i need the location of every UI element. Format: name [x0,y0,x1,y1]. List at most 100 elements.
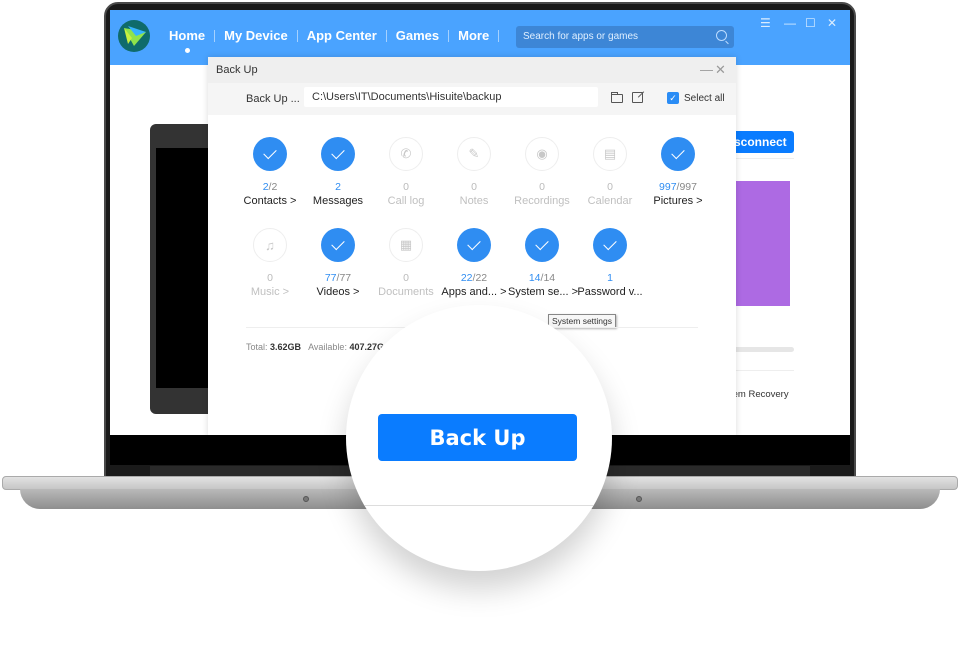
checked-toggle[interactable] [661,137,695,171]
check-icon [331,236,345,251]
stage: Home My Device App Center Games More Sea… [0,0,960,657]
item-count: 22/22 [440,272,508,284]
back-up-button[interactable]: Back Up [378,414,577,461]
folder-icon[interactable] [611,92,623,103]
divider [730,370,794,371]
storage-info: Total: 3.62GB Available: 407.27G [246,342,384,352]
edit-icon[interactable] [632,92,643,103]
item-label[interactable]: Videos > [304,286,372,298]
dialog-title: Back Up [216,64,258,76]
checked-toggle[interactable] [457,228,491,262]
backup-path-label: Back Up ... [246,93,300,105]
unchecked-toggle[interactable]: ▦ [389,228,423,262]
backup-item[interactable]: 14/14 System se... > [508,228,578,298]
backup-item[interactable]: ✆ 0 Call log [372,137,440,207]
backup-path-input[interactable]: C:\Users\IT\Documents\Hisuite\backup [304,87,598,107]
selected-count: 14 [528,272,541,284]
total-label: Total: [246,342,268,352]
nav-my-device[interactable]: My Device [215,28,297,43]
checked-toggle[interactable] [525,228,559,262]
maximize-icon[interactable]: ☐ [805,16,816,30]
check-icon [263,145,277,160]
item-label[interactable]: Recordings [508,195,576,207]
calendar-icon: ▤ [603,146,617,161]
backup-item[interactable]: ▦ 0 Documents [372,228,440,298]
item-label[interactable]: Music > [236,286,304,298]
total-count: 0 [539,181,545,193]
checked-toggle[interactable] [593,228,627,262]
disconnect-button[interactable]: sconnect [730,131,794,153]
backup-item[interactable]: 2/2 Contacts > [236,137,304,207]
item-label[interactable]: Calendar [576,195,644,207]
feature-banner[interactable] [730,181,790,306]
hisuite-logo [118,20,150,52]
total-count: 0 [403,181,409,193]
item-label[interactable]: Password v... [576,286,644,298]
backup-item[interactable]: ✎ 0 Notes [440,137,508,207]
checked-toggle[interactable] [253,137,287,171]
item-count: 1 [576,272,644,284]
nav-app-center[interactable]: App Center [298,28,386,43]
selected-count: 1 [607,272,613,284]
nav-games[interactable]: Games [387,28,448,43]
dialog-close-icon[interactable]: ✕ [715,62,726,78]
menu-icon[interactable]: ☰ [760,16,771,30]
available-label: Available: [308,342,347,352]
storage-bar [730,347,794,352]
total-count: /2 [268,181,278,193]
notes-icon: ✎ [468,146,480,161]
item-label[interactable]: Pictures > [644,195,712,207]
unchecked-toggle[interactable]: ♫ [253,228,287,262]
backup-item[interactable]: ▤ 0 Calendar [576,137,644,207]
minimize-icon[interactable]: — [784,16,796,30]
main-nav: Home My Device App Center Games More [160,28,500,53]
system-recovery-link[interactable]: tem Recovery [730,389,789,400]
item-count: 77/77 [304,272,372,284]
item-label[interactable]: System se... > [508,286,578,298]
item-label[interactable]: Notes [440,195,508,207]
checked-toggle[interactable] [321,228,355,262]
item-count: 0 [440,181,508,193]
item-label[interactable]: Contacts > [236,195,304,207]
backup-item[interactable]: 997/997 Pictures > [644,137,712,207]
backup-item[interactable]: 77/77 Videos > [304,228,372,298]
select-all-label[interactable]: Select all [684,93,725,104]
total-value: 3.62GB [270,342,302,352]
backup-item[interactable]: 1 Password v... [576,228,644,298]
item-count: 0 [576,181,644,193]
backup-item[interactable]: 22/22 Apps and... > [440,228,508,298]
unchecked-toggle[interactable]: ✎ [457,137,491,171]
divider [730,158,794,159]
item-count: 0 [372,272,440,284]
nav-more[interactable]: More [449,28,498,43]
checked-toggle[interactable] [321,137,355,171]
select-all-checkbox[interactable]: ✓ [667,92,679,104]
item-count: 2/2 [236,181,304,193]
backup-item[interactable]: ◉ 0 Recordings [508,137,576,207]
item-label[interactable]: Documents [372,286,440,298]
nav-home[interactable]: Home [160,28,214,53]
unchecked-toggle[interactable]: ▤ [593,137,627,171]
item-label[interactable]: Call log [372,195,440,207]
recording-icon: ◉ [536,146,548,161]
unchecked-toggle[interactable]: ◉ [525,137,559,171]
dialog-title-bar: Back Up — ✕ [208,57,736,83]
backup-path-row: Back Up ... C:\Users\IT\Documents\Hisuit… [208,83,736,115]
backup-item[interactable]: ♫ 0 Music > [236,228,304,298]
item-count: 14/14 [508,272,576,284]
item-label[interactable]: Apps and... > [440,286,508,298]
search-icon[interactable] [716,30,727,41]
total-count: /22 [472,272,488,284]
total-count: /77 [336,272,352,284]
total-count: /997 [676,181,697,193]
document-icon: ▦ [399,237,413,252]
dialog-minimize-icon[interactable]: — [700,62,713,77]
unchecked-toggle[interactable]: ✆ [389,137,423,171]
close-icon[interactable]: ✕ [827,16,837,30]
item-count: 0 [236,272,304,284]
backup-item[interactable]: 2 Messages [304,137,372,207]
search-input[interactable]: Search for apps or games [516,26,734,48]
screw [636,496,642,502]
item-label[interactable]: Messages [304,195,372,207]
item-count: 0 [508,181,576,193]
